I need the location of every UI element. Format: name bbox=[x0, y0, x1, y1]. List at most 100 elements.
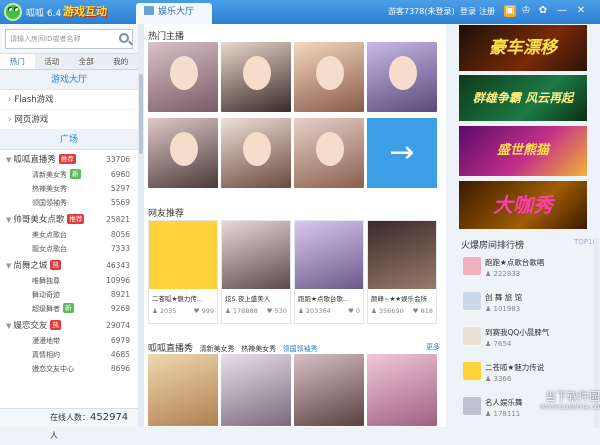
banner-bigshow[interactable]: 大咖秀 bbox=[459, 181, 587, 229]
rank-room-name: 到赛我QQ小晨脾气 bbox=[485, 328, 550, 337]
sub-room[interactable]: 嫚恋交友中心 8696 bbox=[0, 362, 138, 376]
scroll-thumb[interactable] bbox=[139, 74, 143, 154]
menu-label: Flash游戏 bbox=[14, 95, 54, 105]
minimize-icon[interactable]: — bbox=[556, 5, 568, 17]
sub-room[interactable]: 漫漫地带 6979 bbox=[0, 334, 138, 348]
friend-card[interactable]: 跑跑★点歌台歌... ♟ 203364 ♥ 0 bbox=[294, 220, 364, 324]
room-group-1[interactable]: ▼ 帅哥美女点歌 推荐 25821 bbox=[0, 212, 138, 228]
sub-room[interactable]: 舞动奇迹 8921 bbox=[0, 288, 138, 302]
sub-room-badge: 新 bbox=[70, 169, 81, 179]
friend-card[interactable]: 炫S.夜上盛美人 ♟ 178888 ♥ 530 bbox=[221, 220, 291, 324]
sub-room-count: 8056 bbox=[110, 230, 130, 239]
search-input[interactable]: 请输入房间ID或者名称 bbox=[5, 29, 133, 49]
sub-room[interactable]: 热辣美女秀 5297 bbox=[0, 182, 138, 196]
room-count: 33706 bbox=[106, 155, 130, 164]
tab-mine[interactable]: 我的 bbox=[104, 54, 139, 69]
show-thumbnail[interactable] bbox=[367, 354, 437, 426]
fan-count: ♥ 818 bbox=[412, 307, 433, 315]
sub-room-count: 5297 bbox=[110, 184, 130, 193]
sub-room[interactable]: 美女点歌台 8056 bbox=[0, 228, 138, 242]
anchor-face bbox=[243, 132, 271, 166]
sub-room[interactable]: 清新美女秀新 6960 bbox=[0, 168, 138, 182]
viewer-count: ♟ 2035 bbox=[152, 307, 177, 315]
sub-room-name: 嫚恋交友中心 bbox=[32, 365, 74, 373]
show-title[interactable]: 呱呱直播秀 bbox=[148, 344, 193, 354]
rank-item[interactable]: 创 舞 旅 馆 ♟ 101983 bbox=[463, 292, 583, 324]
settings-icon[interactable]: ✿ bbox=[537, 5, 549, 17]
friend-card-image bbox=[295, 221, 363, 289]
sub-room[interactable]: 领国领袖秀 5569 bbox=[0, 196, 138, 210]
sub-room-name: 唯舞独尊 bbox=[32, 277, 60, 285]
viewer-value: 203364 bbox=[305, 307, 331, 315]
anchor-thumbnail[interactable] bbox=[367, 42, 437, 112]
sidebar-tabs: 热门 活动 全部 我的 bbox=[0, 54, 138, 70]
show-thumbnail[interactable] bbox=[294, 354, 364, 426]
online-count: 452974 bbox=[90, 412, 129, 423]
tab-entertainment-hall[interactable]: 娱乐大厅 bbox=[136, 3, 212, 24]
sub-room[interactable]: 超级舞者新 9269 bbox=[0, 302, 138, 316]
tab-hot[interactable]: 热门 bbox=[0, 54, 35, 69]
anchor-thumbnail[interactable] bbox=[148, 42, 218, 112]
room-badge: 热 bbox=[50, 320, 61, 330]
rank-count-value: 178111 bbox=[493, 410, 521, 418]
rank-room-name: 名人娱乐舞 bbox=[485, 398, 523, 407]
anchor-face bbox=[389, 56, 417, 90]
rank-item[interactable]: 到赛我QQ小晨脾气 ♟ 7654 bbox=[463, 327, 583, 359]
banner-drift[interactable]: 豪车漂移 bbox=[459, 25, 587, 71]
sub-room-count: 4685 bbox=[110, 350, 130, 359]
anchor-thumbnail[interactable] bbox=[148, 118, 218, 188]
section-games[interactable]: 游戏大厅 bbox=[0, 70, 138, 90]
friend-card-name: 炫S.夜上盛美人 bbox=[225, 295, 271, 303]
rank-item[interactable]: 跑跑★点歌台歌唱 ♟ 222833 bbox=[463, 257, 583, 289]
search-placeholder: 请输入房间ID或者名称 bbox=[10, 35, 81, 43]
room-group-0[interactable]: ▼ 呱呱直播秀 推荐 33706 bbox=[0, 152, 138, 168]
banner-heroes[interactable]: 群雄争霸 风云再起 bbox=[459, 75, 587, 121]
next-arrow-icon[interactable]: → bbox=[367, 118, 437, 188]
anchor-thumbnail[interactable] bbox=[221, 118, 291, 188]
room-avatar bbox=[463, 327, 481, 345]
room-avatar bbox=[463, 362, 481, 380]
anchor-thumbnail[interactable] bbox=[221, 42, 291, 112]
section-plaza[interactable]: 广场 bbox=[0, 130, 138, 150]
show-tab-fresh[interactable]: 清新美女秀 bbox=[200, 345, 235, 353]
viewer-count: ♟ 203364 bbox=[298, 307, 331, 315]
tab-activity[interactable]: 活动 bbox=[35, 54, 70, 69]
sub-room[interactable]: 唯舞独尊 10996 bbox=[0, 274, 138, 288]
promo-logo[interactable]: 游戏互动 bbox=[63, 3, 107, 19]
room-group-3[interactable]: ▼ 嫚恋交友热 29074 bbox=[0, 318, 138, 334]
shirt-icon[interactable]: ♔ bbox=[520, 5, 532, 17]
fan-count: ♥ 999 bbox=[193, 307, 214, 315]
show-tab-hot[interactable]: 热辣美女秀 bbox=[241, 345, 276, 353]
hot-anchors-title: 热门主播 bbox=[148, 32, 185, 42]
login-link[interactable]: 登录 bbox=[460, 6, 476, 17]
room-list: 游戏大厅 › Flash游戏 › 网页游戏 广场 ▼ 呱呱直播秀 推荐 33706 清新美女… bbox=[0, 70, 138, 408]
close-icon[interactable]: ✕ bbox=[575, 5, 587, 17]
show-tab-leader[interactable]: 领国领袖秀 bbox=[283, 345, 318, 353]
friend-card[interactable]: 二苍呱★魅力传... ♟ 2035 ♥ 999 bbox=[148, 220, 218, 324]
room-group-name: 呱呱直播秀 bbox=[13, 155, 56, 165]
chevron-right-icon: › bbox=[8, 115, 12, 125]
search-icon[interactable] bbox=[119, 33, 129, 43]
sub-room[interactable]: 靓女点歌台 7333 bbox=[0, 242, 138, 256]
online-label: 在线人数： bbox=[50, 413, 90, 422]
menu-flash-games[interactable]: › Flash游戏 bbox=[0, 90, 138, 110]
room-group-2[interactable]: ▼ 尚舞之城热 46343 bbox=[0, 258, 138, 274]
register-link[interactable]: 注册 bbox=[479, 6, 495, 17]
anchor-thumbnail[interactable] bbox=[294, 42, 364, 112]
anchor-thumbnail[interactable] bbox=[294, 118, 364, 188]
sub-room-count: 5569 bbox=[110, 198, 130, 207]
tab-all[interactable]: 全部 bbox=[69, 54, 104, 69]
more-link[interactable]: 更多 bbox=[426, 342, 440, 352]
show-thumbnail[interactable] bbox=[221, 354, 291, 426]
show-thumbnail[interactable] bbox=[148, 354, 218, 426]
viewer-count: ♟ 356690 bbox=[371, 307, 404, 315]
banner-panda[interactable]: 盛世熊猫 bbox=[459, 126, 587, 176]
friend-card-name: 跑跑★点歌台歌... bbox=[298, 295, 350, 303]
anchor-face bbox=[170, 132, 198, 166]
sub-room[interactable]: 真情相约 4685 bbox=[0, 348, 138, 362]
friend-card-name: 颜峰~★★娱乐会所 bbox=[371, 295, 428, 303]
sub-room-name: 舞动奇迹 bbox=[32, 291, 60, 299]
friend-card[interactable]: 颜峰~★★娱乐会所 ♟ 356690 ♥ 818 bbox=[367, 220, 437, 324]
menu-web-games[interactable]: › 网页游戏 bbox=[0, 110, 138, 130]
gift-icon[interactable]: ▣ bbox=[504, 5, 516, 17]
